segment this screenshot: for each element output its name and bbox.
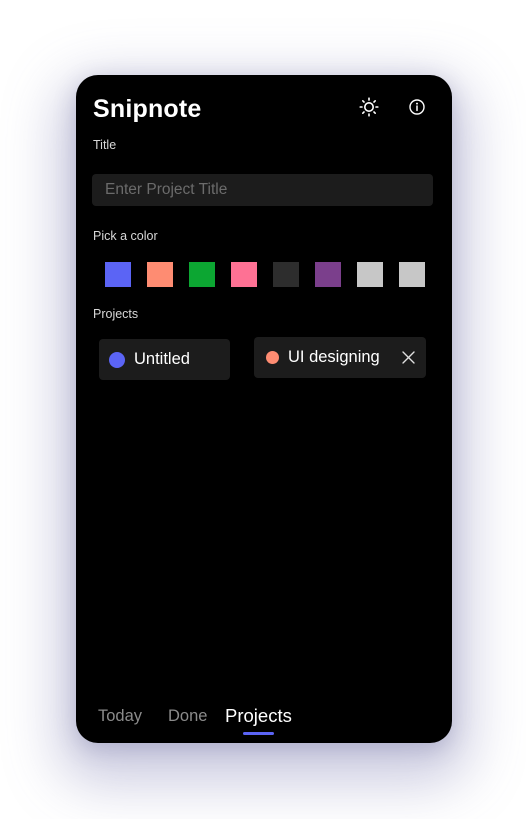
project-name: UI designing: [288, 348, 380, 366]
project-chip-untitled[interactable]: Untitled: [99, 339, 230, 380]
color-swatch[interactable]: [273, 262, 299, 287]
color-swatch[interactable]: [189, 262, 215, 287]
close-icon: [401, 351, 415, 364]
color-swatch[interactable]: [105, 262, 131, 287]
tab-today[interactable]: Today: [98, 707, 142, 726]
color-swatch[interactable]: [315, 262, 341, 287]
project-title-input[interactable]: [92, 174, 433, 206]
color-swatch[interactable]: [399, 262, 425, 287]
tab-projects[interactable]: Projects: [225, 705, 292, 727]
color-swatch[interactable]: [147, 262, 173, 287]
active-tab-indicator: [243, 732, 274, 735]
project-color-dot: [109, 351, 125, 368]
project-name: Untitled: [134, 350, 190, 368]
theme-toggle-button[interactable]: [358, 96, 380, 118]
projects-label: Projects: [93, 307, 139, 321]
project-color-dot: [266, 351, 279, 364]
color-swatch[interactable]: [357, 262, 383, 287]
color-swatch[interactable]: [231, 262, 257, 287]
color-picker-label: Pick a color: [93, 229, 158, 243]
info-icon: [409, 99, 425, 115]
project-chip-ui-designing[interactable]: UI designing: [254, 337, 426, 378]
app-screen: Snipnote Title Pick a color Projects: [76, 75, 452, 743]
remove-project-button[interactable]: [401, 351, 415, 365]
tab-done[interactable]: Done: [168, 707, 207, 726]
title-label: Title: [93, 138, 117, 152]
app-title: Snipnote: [93, 95, 202, 123]
bottom-tab-bar: Today Done Projects: [76, 705, 452, 735]
sun-icon: [359, 97, 379, 117]
info-button[interactable]: [406, 96, 428, 118]
